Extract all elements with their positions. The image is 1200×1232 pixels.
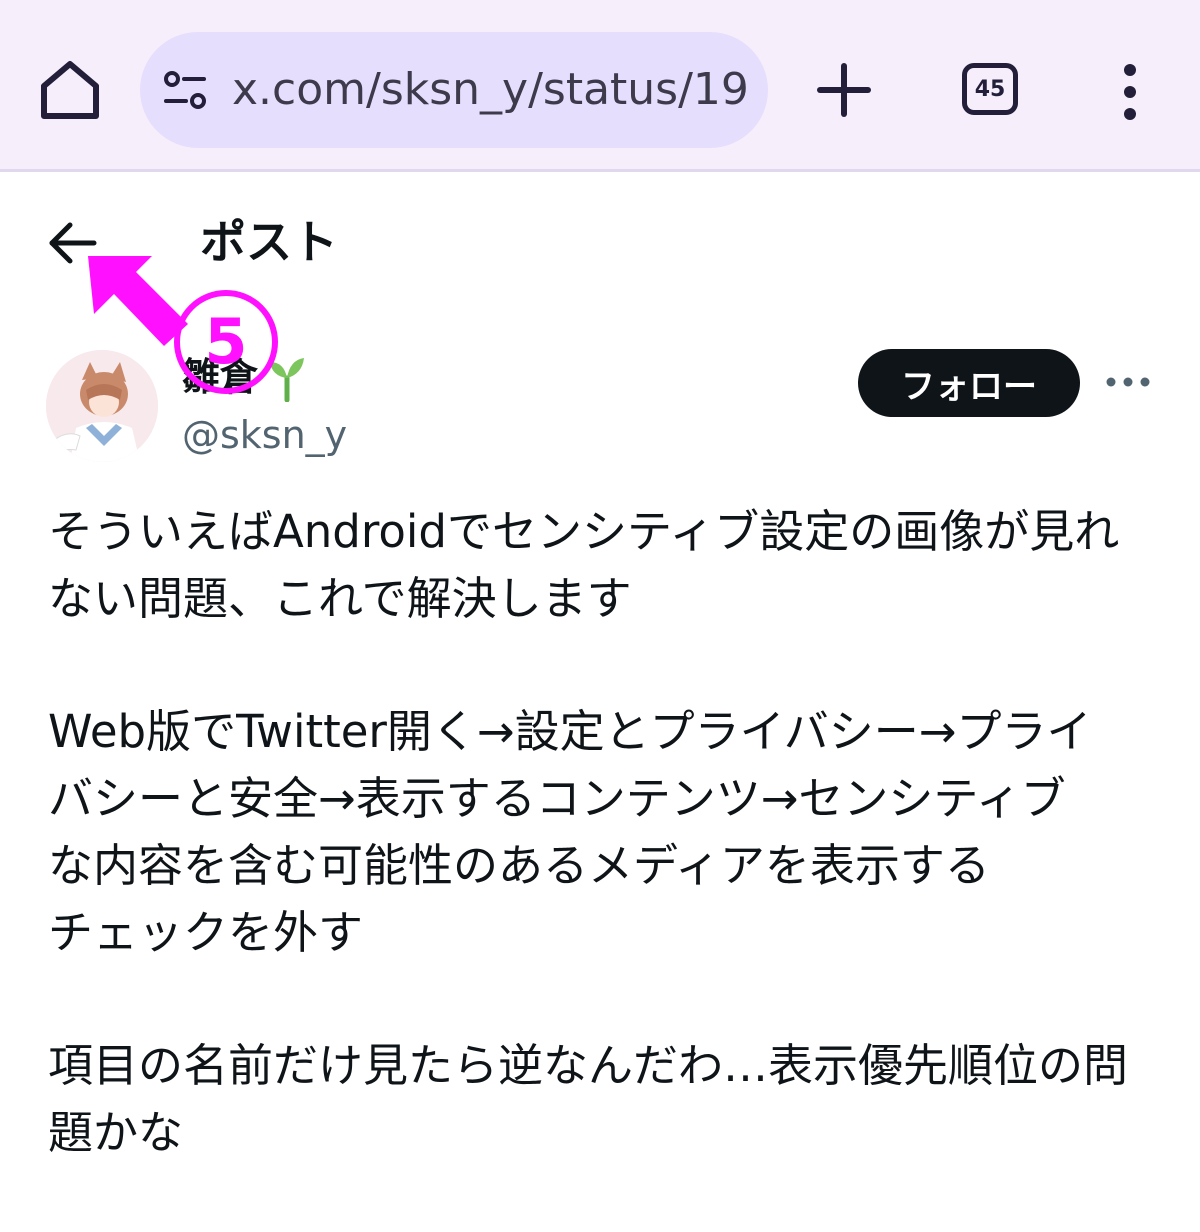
tab-switcher-button[interactable]: 45	[962, 63, 1018, 115]
tweet-paragraph: 項目の名前だけ見たら逆なんだわ…表示優先順位の問 題かな	[48, 1039, 1129, 1159]
tweet-paragraph: Web版でTwitter開く→設定とプライバシー→プライ バシーと安全→表示する…	[48, 705, 1092, 959]
new-tab-button[interactable]	[812, 58, 876, 122]
page-title: ポスト	[200, 215, 338, 269]
tweet-text: そういえばAndroidでセンシティブ設定の画像が見れ ない問題、これで解決しま…	[48, 498, 1158, 1232]
url-text: x.com/sksn_y/status/1955	[232, 64, 752, 115]
browser-menu-button[interactable]	[1110, 60, 1150, 124]
tweet-paragraph: そういえばAndroidでセンシティブ設定の画像が見れ ない問題、これで解決しま…	[48, 505, 1120, 625]
plus-icon	[817, 63, 871, 117]
address-bar[interactable]: x.com/sksn_y/status/1955	[140, 32, 768, 148]
annotation-step-number: 5	[174, 290, 278, 394]
tune-icon[interactable]	[162, 68, 208, 114]
home-icon	[41, 61, 99, 119]
more-vert-icon	[1124, 64, 1136, 120]
avatar-image	[46, 350, 158, 462]
author-handle[interactable]: @sksn_y	[182, 410, 347, 460]
avatar[interactable]	[46, 350, 158, 462]
home-button[interactable]	[30, 50, 110, 130]
post-more-button[interactable]	[1104, 364, 1152, 400]
follow-button[interactable]: フォロー	[858, 349, 1080, 417]
tab-count: 45	[974, 76, 1006, 102]
annotation-arrow	[80, 248, 190, 348]
browser-toolbar: x.com/sksn_y/status/1955 45	[0, 0, 1200, 172]
more-horizontal-icon	[1106, 377, 1150, 387]
